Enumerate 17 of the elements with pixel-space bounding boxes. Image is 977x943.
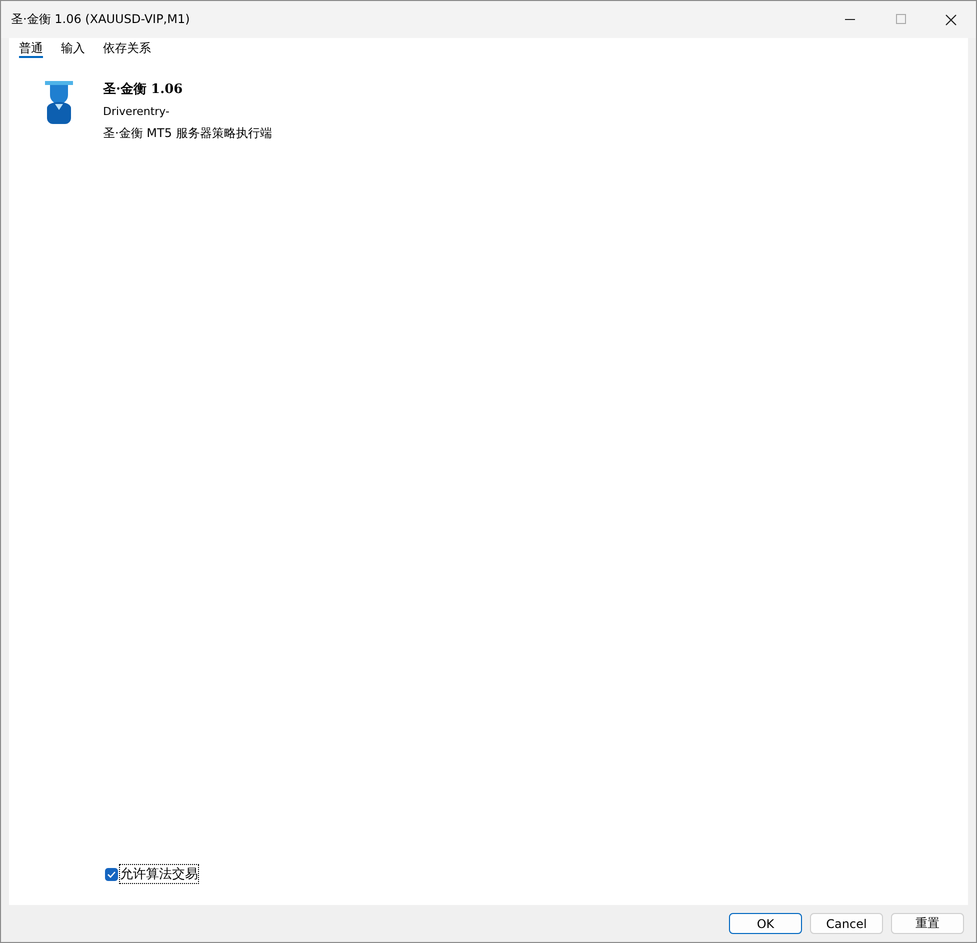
maximize-icon: [896, 14, 906, 25]
checkmark-icon: [107, 870, 116, 878]
tab[interactable]: 依存关系: [103, 40, 151, 58]
dialog-button[interactable]: 重置: [891, 913, 964, 934]
dialog-button[interactable]: Cancel: [810, 913, 883, 934]
close-icon: [945, 14, 957, 26]
description-text: 圣·金衡 MT5 服务器策略执行端: [103, 125, 272, 142]
dialog-button[interactable]: OK: [729, 913, 802, 934]
checkbox-label[interactable]: 允许算法交易: [120, 865, 198, 883]
program-name: 圣·金衡 1.06: [103, 81, 184, 98]
tab[interactable]: 普通: [19, 40, 43, 58]
graduate-icon: [45, 78, 73, 124]
window-title: 圣·金衡 1.06 (XAUUSD-VIP,M1): [10, 11, 191, 28]
minimize-icon: [845, 18, 857, 20]
checkbox[interactable]: [105, 868, 118, 880]
tab[interactable]: 输入: [61, 40, 85, 58]
author-text: Driverentry-: [103, 105, 170, 118]
